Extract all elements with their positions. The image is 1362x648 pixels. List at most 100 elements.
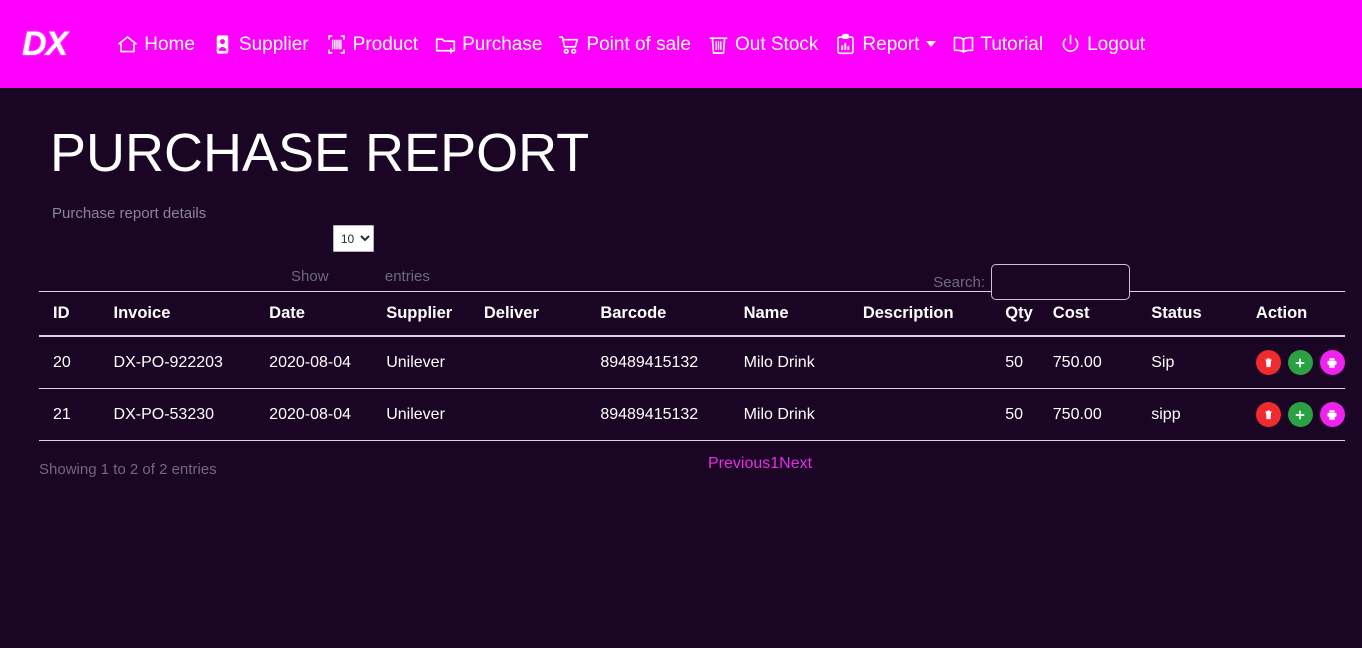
datatable-wrapper: Show entries 10 25 50 100 Search: ID Inv… (39, 222, 1345, 497)
add-button[interactable] (1287, 350, 1313, 376)
cell-description (824, 388, 980, 442)
page-subtitle: Purchase report details (52, 205, 207, 223)
cell-date: 2020-08-04 (229, 336, 357, 390)
cell-status: Sip (1111, 336, 1216, 390)
trash-icon (1263, 409, 1274, 421)
purchase-report-table: ID Invoice Date Supplier Deliver Barcode… (39, 291, 1345, 442)
plus-icon (1294, 409, 1306, 421)
cell-action (1215, 336, 1345, 390)
nav-item-point-of-sale[interactable]: Point of sale (551, 27, 700, 62)
trash-icon (707, 33, 730, 56)
contact-card-icon (211, 33, 234, 56)
nav-item-label: Tutorial (980, 33, 1044, 55)
table-row: 21 DX-PO-53230 2020-08-04 Unilever 89489… (39, 388, 1345, 442)
cell-qty: 50 (979, 336, 1033, 390)
brand-logo[interactable]: DX (22, 27, 68, 61)
search-label: Search: (933, 273, 985, 291)
power-icon (1059, 33, 1082, 56)
show-label: Show (291, 268, 329, 286)
cell-invoice: DX-PO-922203 (85, 336, 230, 390)
row-action-group (1255, 402, 1345, 428)
cell-status: sipp (1111, 388, 1216, 442)
pagination-next[interactable]: Next (779, 455, 812, 473)
column-header-action[interactable]: Action (1215, 291, 1345, 338)
add-button[interactable] (1287, 402, 1313, 428)
entries-label: entries (384, 268, 430, 286)
cell-name: Milo Drink (713, 388, 825, 442)
nav-item-label: Logout (1087, 33, 1146, 55)
cell-cost: 750.00 (1032, 388, 1112, 442)
table-body: 20 DX-PO-922203 2020-08-04 Unilever 8948… (39, 336, 1345, 442)
nav-item-label: Out Stock (734, 33, 819, 55)
entries-per-page-select[interactable]: 10 25 50 100 (333, 225, 374, 253)
cell-name: Milo Drink (713, 336, 825, 390)
entries-info: Showing 1 to 2 of 2 entries (39, 461, 217, 479)
delete-button[interactable] (1255, 350, 1281, 376)
entries-length-control: Show entries (291, 268, 430, 285)
cell-invoice: DX-PO-53230 (85, 388, 230, 442)
column-header-date[interactable]: Date (229, 291, 357, 338)
column-header-barcode[interactable]: Barcode (567, 291, 714, 338)
open-book-icon (952, 33, 975, 56)
cell-id: 20 (39, 336, 86, 390)
printer-icon (1326, 357, 1338, 369)
nav-item-label: Supplier (238, 33, 309, 55)
cell-action (1215, 388, 1345, 442)
cell-deliver (463, 388, 568, 442)
printer-icon (1326, 409, 1338, 421)
nav-item-supplier[interactable]: Supplier (204, 27, 318, 62)
column-header-supplier[interactable]: Supplier (356, 291, 464, 338)
table-header-row: ID Invoice Date Supplier Deliver Barcode… (39, 291, 1345, 338)
nav-item-label: Home (144, 33, 195, 55)
nav-item-report[interactable]: Report (827, 27, 945, 62)
cell-deliver (463, 336, 568, 390)
barcode-scan-icon (325, 33, 348, 56)
search-filter: Search: (933, 264, 1130, 301)
column-header-id[interactable]: ID (39, 291, 86, 338)
column-header-invoice[interactable]: Invoice (85, 291, 230, 338)
column-header-name[interactable]: Name (713, 291, 825, 338)
cell-qty: 50 (979, 388, 1033, 442)
nav-item-product[interactable]: Product (318, 27, 427, 62)
row-action-group (1255, 350, 1345, 376)
nav-items: Home Supplier Product Purchase Point of … (109, 27, 1154, 62)
pagination-page-1[interactable]: 1 (770, 455, 779, 473)
datatable-footer: Showing 1 to 2 of 2 entries Previous 1 N… (39, 449, 1345, 497)
cell-date: 2020-08-04 (229, 388, 357, 442)
shopping-cart-icon (558, 33, 581, 56)
delete-button[interactable] (1255, 402, 1281, 428)
print-button[interactable] (1319, 402, 1345, 428)
nav-item-home[interactable]: Home (109, 27, 204, 62)
pagination: Previous 1 Next (708, 455, 812, 473)
search-input[interactable] (991, 264, 1130, 301)
nav-item-label: Purchase (462, 33, 543, 55)
cell-supplier: Unilever (356, 388, 464, 442)
nav-item-out-stock[interactable]: Out Stock (700, 27, 827, 62)
print-button[interactable] (1319, 350, 1345, 376)
folder-plus-icon (434, 33, 457, 56)
page-title: PURCHASE REPORT (50, 123, 590, 183)
trash-icon (1263, 357, 1274, 369)
nav-item-logout[interactable]: Logout (1052, 27, 1154, 62)
chevron-down-icon[interactable] (926, 41, 937, 47)
nav-item-label: Point of sale (586, 33, 691, 55)
cell-barcode: 89489415132 (567, 336, 714, 390)
cell-barcode: 89489415132 (567, 388, 714, 442)
plus-icon (1294, 357, 1306, 369)
column-header-deliver[interactable]: Deliver (463, 291, 568, 338)
cell-supplier: Unilever (356, 336, 464, 390)
pagination-previous[interactable]: Previous (708, 455, 770, 473)
cell-id: 21 (39, 388, 86, 442)
table-row: 20 DX-PO-922203 2020-08-04 Unilever 8948… (39, 336, 1345, 390)
home-icon (116, 33, 139, 56)
page-container: PURCHASE REPORT Purchase report details … (0, 88, 1362, 497)
table-head: ID Invoice Date Supplier Deliver Barcode… (39, 291, 1345, 338)
cell-description (824, 336, 980, 390)
clipboard-chart-icon (834, 33, 857, 56)
cell-cost: 750.00 (1032, 336, 1112, 390)
nav-item-label: Product (352, 33, 419, 55)
nav-item-tutorial[interactable]: Tutorial (945, 27, 1052, 62)
nav-item-label: Report (862, 33, 920, 55)
nav-item-purchase[interactable]: Purchase (427, 27, 551, 62)
datatable-controls: Show entries 10 25 50 100 Search: (39, 222, 1345, 301)
